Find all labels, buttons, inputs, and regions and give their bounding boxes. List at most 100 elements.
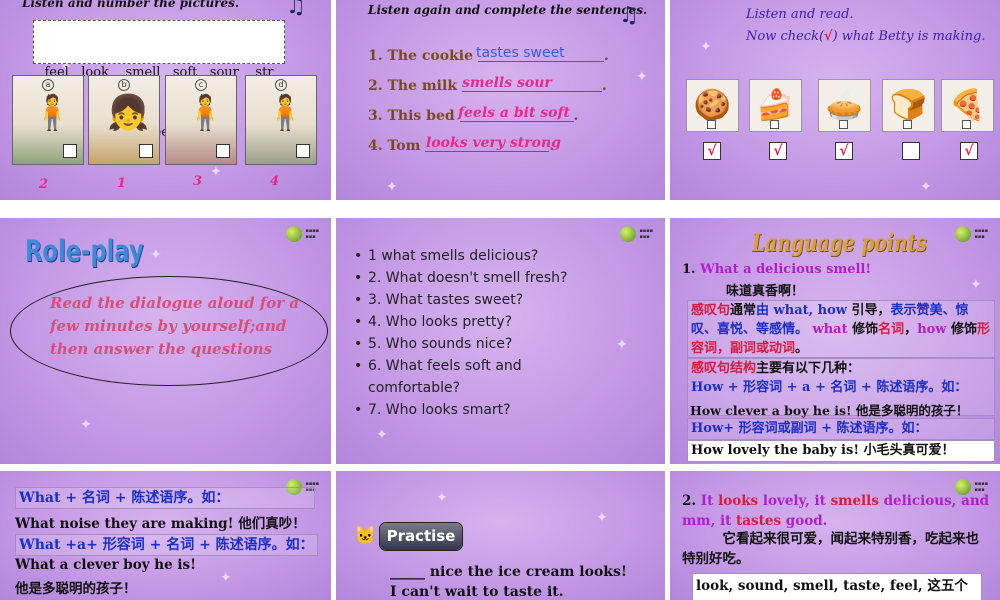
- logo-text-icon: ▪▪▪▪ ▪▪▪: [974, 228, 988, 240]
- food-checkbox[interactable]: [902, 142, 920, 160]
- sentence-prefix: 4. Tom: [368, 138, 426, 154]
- cat-icon: 🐱: [354, 525, 377, 546]
- sparkle-decoration: ✦: [636, 69, 648, 85]
- slide-8[interactable]: ✦ ✦ 🐱 Practise _____ nice the ice cream …: [336, 471, 665, 600]
- music-note-icon: ♫: [286, 0, 306, 19]
- word-box: feel look smell soft sour str ong sweet …: [33, 20, 285, 140]
- picture-answer-number: 3: [193, 174, 203, 189]
- rule-text-2: What +a+ 形容词 + 名词 + 陈述语序。如：: [19, 537, 314, 553]
- definition-text: ，: [904, 322, 918, 337]
- definition-box: 感叹句通常由 what, how 引导，表示赞美、惊叹、喜悦、等感情。 what…: [687, 300, 995, 358]
- structure-intro: 主要有以下几种：: [756, 361, 861, 376]
- sentence-prefix: 3. This bed: [368, 108, 460, 124]
- slide-6[interactable]: ✦ ▪▪▪▪ ▪▪▪ Language points 1. What a deli…: [670, 218, 1000, 464]
- food-icon: 🥧: [825, 88, 864, 123]
- sentence-suffix: .: [603, 48, 609, 64]
- slide-5[interactable]: ✦ ✦ ▪▪▪▪▪▪▪ 1 what smells delicious?2. W…: [336, 218, 665, 464]
- question-item: 2. What doesn't smell fresh?: [354, 267, 584, 289]
- sentence-answer: smells sour: [462, 75, 552, 91]
- food-picture: 🍕: [941, 79, 994, 132]
- music-note-icon: ♫: [619, 3, 639, 28]
- food-checkbox[interactable]: √: [703, 142, 721, 160]
- food-icon: 🍰: [756, 88, 795, 123]
- answer-checkbox[interactable]: [216, 144, 230, 158]
- definition-text: 通常: [730, 303, 757, 318]
- listen-read-text: Listen and read.: [746, 7, 854, 22]
- point-number: 1.: [682, 262, 696, 277]
- person-figure-icon: 👧: [107, 93, 150, 133]
- sparkle-decoration: ✦: [150, 247, 162, 263]
- sparkle-decoration: ✦: [386, 179, 398, 195]
- picture-card: b 👧: [88, 75, 160, 165]
- definition-text: 修饰: [946, 322, 978, 337]
- sentence-row: 3. This bed . feels a bit soft: [368, 105, 609, 138]
- picture-answer-number: 1: [117, 176, 127, 191]
- picture-card: c 🧍: [165, 75, 237, 165]
- picture-letter: c: [195, 79, 207, 91]
- sentence-answer: looks very strong: [426, 135, 561, 151]
- definition-noun: 名词: [878, 322, 905, 337]
- answer-checkbox[interactable]: [296, 144, 310, 158]
- food-small-checkbox[interactable]: [839, 120, 848, 129]
- answer-checkbox[interactable]: [139, 144, 153, 158]
- slide-1[interactable]: ✦ ✦ Listen and number the pictures. ♫ fe…: [0, 0, 331, 200]
- slide-9[interactable]: ▪▪▪▪ ▪▪▪ 2. It looks lovely, it smells de…: [670, 471, 1000, 600]
- food-checkbox[interactable]: √: [835, 142, 853, 160]
- sentence-suffix: .: [573, 108, 579, 124]
- food-checkbox[interactable]: √: [769, 142, 787, 160]
- logo-ball-icon: [955, 226, 972, 242]
- question-item: 4. Who looks pretty?: [354, 311, 584, 333]
- sentence-row: 2. The milk . smells sour: [368, 75, 609, 108]
- point-translation: 味道真香啊！: [726, 284, 805, 299]
- definition-text: 。: [795, 341, 809, 356]
- slide-title: Role-play: [25, 234, 144, 268]
- sentence-prefix: 2. The milk: [368, 78, 462, 94]
- site-logo: ▪▪▪▪ ▪▪▪: [620, 226, 653, 242]
- structure-box-2: How+ 形容词或副词 + 陈述语序。如：: [687, 418, 995, 440]
- sentence-answer: feels a bit soft: [458, 105, 571, 121]
- point-text: It: [700, 493, 719, 509]
- sparkle-decoration: ✦: [436, 490, 448, 506]
- food-picture: 🍪: [686, 79, 739, 132]
- slide-3[interactable]: ✦ ✦ Listen and read. Now check(√) what B…: [670, 0, 1000, 200]
- food-small-checkbox[interactable]: [707, 120, 716, 129]
- exclamation-term: 感叹句: [691, 303, 731, 318]
- sparkle-decoration: ✦: [220, 570, 232, 586]
- slide-instruction: Listen again and complete the sentences.: [368, 3, 648, 17]
- answer-checkbox[interactable]: [63, 144, 77, 158]
- rule-example-2: What a clever boy he is!: [15, 557, 197, 573]
- slide-7[interactable]: ✦ ▪▪▪▪ ▪▪▪ What + 名词 + 陈述语序。如： What noise…: [0, 471, 331, 600]
- sparkle-decoration: ✦: [376, 427, 388, 443]
- food-icon: 🍕: [948, 88, 987, 123]
- verb-tastes: tastes: [736, 513, 782, 529]
- structure-rule-2: How+ 形容词或副词 + 陈述语序。如：: [691, 421, 928, 436]
- food-small-checkbox[interactable]: [770, 120, 779, 129]
- sentence-row: 1. The cookie . tastes sweet: [368, 45, 609, 78]
- picture-answer-number: 2: [39, 177, 49, 192]
- logo-text-icon: ▪▪▪▪ ▪▪▪: [639, 228, 653, 240]
- definition-keywords: 由 what, how: [756, 303, 847, 318]
- food-checkbox[interactable]: √: [960, 142, 978, 160]
- point-two: 2. It looks lovely, it smells delicious,…: [682, 491, 992, 531]
- picture-letter: d: [275, 79, 287, 91]
- definition-text: 修饰: [847, 322, 879, 337]
- person-figure-icon: 🧍: [31, 93, 74, 133]
- slide-4[interactable]: ✦ ✦ ▪▪▪▪ ▪▪▪ Role-play Read the dialogue …: [0, 218, 331, 464]
- sparkle-decoration: ✦: [920, 179, 932, 195]
- point-text: good.: [781, 513, 828, 529]
- slide-instruction: Listen and number the pictures.: [22, 0, 240, 10]
- point-text: lovely, it: [758, 493, 831, 509]
- sentence-row: 4. Tom . looks very strong: [368, 135, 609, 168]
- sentence-list: 1. The cookie . tastes sweet 2. The milk .…: [368, 45, 609, 168]
- practise-sentence: _____ nice the ice cream looks!: [390, 564, 627, 580]
- structure-example: How clever a boy he is! 他是多聪明的孩子！: [690, 403, 969, 418]
- slide-2[interactable]: ✦ ✦ Listen again and complete the senten…: [336, 0, 665, 200]
- picture-card: a 🧍: [12, 75, 84, 165]
- verb-smells: smells: [830, 493, 879, 509]
- practise-badge: Practise: [380, 523, 462, 550]
- food-small-checkbox[interactable]: [903, 120, 912, 129]
- question-item: 6. What feels soft and comfortable?: [354, 355, 584, 399]
- point-one: 1. What a delicious smell!: [682, 262, 871, 277]
- rule-box: What + 名词 + 陈述语序。如：: [15, 487, 315, 509]
- food-small-checkbox[interactable]: [962, 120, 971, 129]
